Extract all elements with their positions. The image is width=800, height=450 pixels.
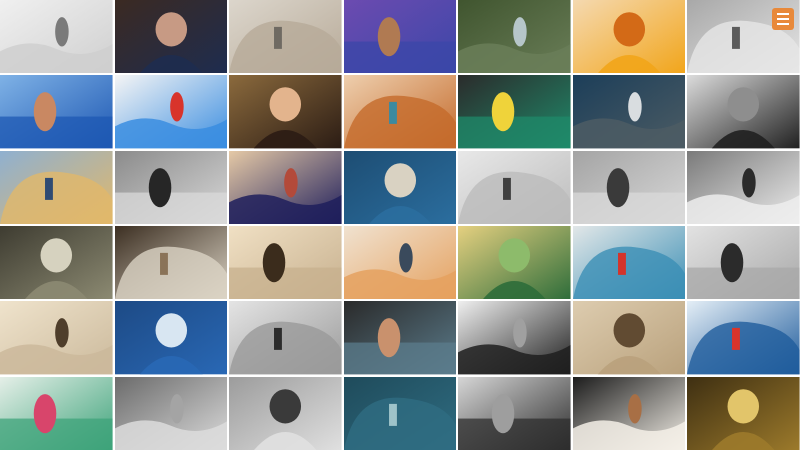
photo-tile-woman-hair-flowing-bw[interactable]	[687, 0, 800, 74]
photo-tile-coastline-aerial-view[interactable]	[458, 0, 571, 74]
photo-tile-surfer-red-wetsuit-blue-wave[interactable]	[687, 301, 800, 375]
photo-tile-man-in-tshirt-smiling[interactable]	[343, 226, 457, 300]
photo-tile-man-with-sunglasses-gesture[interactable]	[114, 0, 228, 74]
photo-tile-man-smiling-bw[interactable]	[458, 301, 571, 375]
photo-tile-woman-holding-trophy[interactable]	[229, 75, 342, 149]
photo-tile-surfer-on-board-blue-wave[interactable]	[343, 150, 457, 224]
photo-tile-man-closeup-bw[interactable]	[687, 226, 800, 300]
photo-tile-feet-on-sand-sepia[interactable]	[229, 0, 342, 74]
photo-tile-surfer-inside-barrel-gold[interactable]	[687, 376, 800, 450]
photo-tile-man-portrait-bw[interactable]	[687, 150, 800, 224]
photo-tile-surfer-red-shirt-riding[interactable]	[572, 226, 686, 300]
photo-tile-man-standing-beach-bw[interactable]	[229, 376, 342, 450]
photo-tile-beach-landscape-misty[interactable]	[114, 376, 228, 450]
menu-icon[interactable]	[771, 8, 794, 30]
menu-icon-bar	[776, 18, 789, 20]
photo-tile-bald-man-pointing-sepia[interactable]	[114, 226, 228, 300]
photo-tile-surfer-crouching-red-shorts[interactable]	[229, 150, 342, 224]
photo-tile-barreling-wave-bw[interactable]	[687, 75, 800, 149]
photo-tile-surfer-red-wetsuit-riding[interactable]	[114, 75, 228, 149]
photo-tile-surfer-yellow-board-green-wave[interactable]	[458, 75, 571, 149]
photo-tile-lineup-of-people-beach-bw[interactable]	[572, 150, 686, 224]
photo-tile-man-face-closeup-color[interactable]	[343, 301, 457, 375]
menu-icon-bar	[776, 13, 789, 15]
photo-tile-surfer-green-wave-tube[interactable]	[458, 226, 571, 300]
photo-tile-pier-with-figures-sunset[interactable]	[0, 150, 113, 224]
photo-tile-surfer-jumping-bw[interactable]	[458, 150, 571, 224]
photo-tile-man-hat-lei-laughing[interactable]	[572, 376, 686, 450]
photo-tile-surfer-wipeout-orange-board[interactable]	[343, 75, 457, 149]
photo-tile-surfer-falling-bw[interactable]	[229, 301, 342, 375]
photo-collage-grid	[0, 0, 800, 450]
photo-tile-woman-with-flower-crown[interactable]	[343, 0, 457, 74]
menu-icon-bar	[776, 23, 789, 25]
photo-tile-surfer-silhouette-bw[interactable]	[114, 150, 228, 224]
photo-tile-surfer-standing-on-wave-sepia[interactable]	[0, 226, 113, 300]
photo-tile-longboarder-blue-wave[interactable]	[114, 301, 228, 375]
photo-tile-woman-lying-on-surfboard-bw[interactable]	[0, 0, 113, 74]
photo-tile-surfer-carving-sepia[interactable]	[572, 301, 686, 375]
photo-tile-surfer-arms-outstretched[interactable]	[0, 75, 113, 149]
photo-tile-two-men-with-trophy-sepia[interactable]	[0, 301, 113, 375]
photo-tile-blonde-surfer-with-boards[interactable]	[572, 0, 686, 74]
photo-tile-ocean-waves-teal[interactable]	[343, 376, 457, 450]
photo-tile-blonde-man-smiling-sepia[interactable]	[229, 226, 342, 300]
photo-tile-two-men-in-suits-bw[interactable]	[458, 376, 571, 450]
photo-tile-surfer-pink-shirt-wave[interactable]	[0, 376, 113, 450]
photo-tile-group-surfing-whitewater[interactable]	[572, 75, 686, 149]
